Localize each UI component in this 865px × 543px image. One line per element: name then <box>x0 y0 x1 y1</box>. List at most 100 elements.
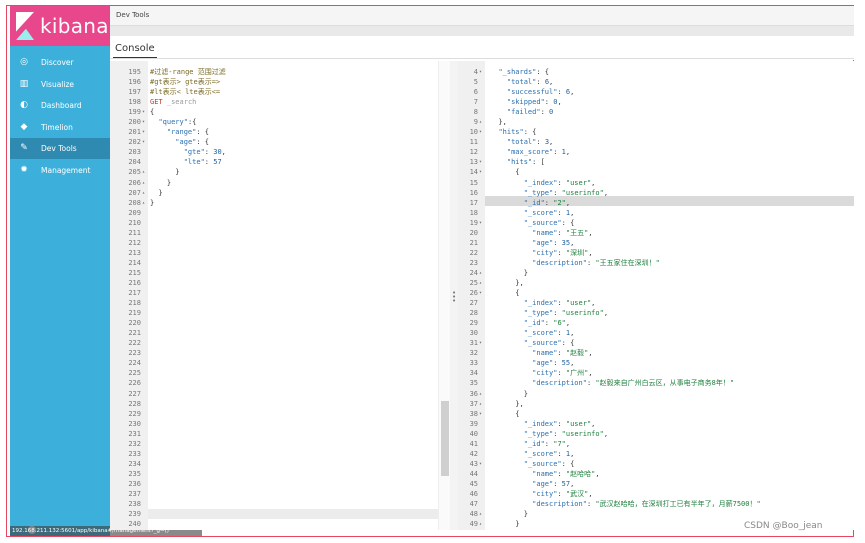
fold-toggle-icon[interactable] <box>142 77 148 87</box>
fold-toggle-icon[interactable] <box>142 409 148 419</box>
fold-toggle-icon[interactable] <box>142 479 148 489</box>
request-scrollbar-thumb[interactable] <box>441 401 449 476</box>
fold-toggle-icon[interactable] <box>479 147 485 157</box>
fold-toggle-icon[interactable]: ▴ <box>479 268 485 278</box>
fold-toggle-icon[interactable] <box>479 419 485 429</box>
fold-toggle-icon[interactable]: ▴ <box>479 117 485 127</box>
fold-toggle-icon[interactable] <box>142 358 148 368</box>
fold-toggle-icon[interactable]: ▴ <box>142 188 148 198</box>
fold-toggle-icon[interactable] <box>142 519 148 529</box>
fold-toggle-icon[interactable]: ▾ <box>479 409 485 419</box>
fold-toggle-icon[interactable] <box>142 238 148 248</box>
fold-toggle-icon[interactable]: ▾ <box>479 67 485 77</box>
fold-toggle-icon[interactable]: ▾ <box>479 288 485 298</box>
fold-toggle-icon[interactable] <box>142 469 148 479</box>
fold-toggle-icon[interactable] <box>479 429 485 439</box>
fold-toggle-icon[interactable]: ▴ <box>142 178 148 188</box>
fold-toggle-icon[interactable] <box>479 318 485 328</box>
fold-toggle-icon[interactable] <box>142 308 148 318</box>
fold-toggle-icon[interactable]: ▴ <box>479 519 485 529</box>
fold-toggle-icon[interactable] <box>142 439 148 449</box>
fold-toggle-icon[interactable] <box>479 258 485 268</box>
fold-toggle-icon[interactable] <box>142 459 148 469</box>
fold-toggle-icon[interactable] <box>142 338 148 348</box>
fold-toggle-icon[interactable] <box>142 489 148 499</box>
request-editor[interactable]: 195 196 197 198 199 200 201 202 203 204 205 206 207 2… <box>110 61 451 530</box>
fold-toggle-icon[interactable] <box>479 228 485 238</box>
fold-toggle-icon[interactable] <box>142 218 148 228</box>
fold-toggle-icon[interactable] <box>142 509 148 519</box>
fold-toggle-icon[interactable]: ▾ <box>479 338 485 348</box>
pane-splitter[interactable]: • • • <box>450 61 458 530</box>
fold-toggle-icon[interactable] <box>142 228 148 238</box>
fold-toggle-icon[interactable]: ▾ <box>479 459 485 469</box>
fold-toggle-icon[interactable]: ▾ <box>142 127 148 137</box>
request-code[interactable]: #过滤-range 范围过滤 #gt表示> gte表示=> #lt表示< lte表示… <box>150 67 226 530</box>
fold-toggle-icon[interactable] <box>479 198 485 208</box>
fold-toggle-icon[interactable] <box>142 288 148 298</box>
fold-toggle-icon[interactable] <box>142 208 148 218</box>
fold-toggle-icon[interactable] <box>142 429 148 439</box>
fold-toggle-icon[interactable]: ▾ <box>479 127 485 137</box>
tab-console[interactable]: Console <box>115 43 155 54</box>
sidebar-item-dashboard[interactable]: ◐ Dashboard <box>10 95 110 116</box>
fold-toggle-icon[interactable] <box>142 419 148 429</box>
fold-toggle-icon[interactable] <box>142 348 148 358</box>
fold-toggle-icon[interactable] <box>142 157 148 167</box>
fold-toggle-icon[interactable]: ▾ <box>142 107 148 117</box>
brand-header[interactable]: kibana <box>10 6 110 46</box>
fold-toggle-icon[interactable] <box>142 328 148 338</box>
fold-toggle-icon[interactable]: ▴ <box>142 167 148 177</box>
fold-toggle-icon[interactable] <box>142 318 148 328</box>
fold-toggle-icon[interactable]: ▴ <box>479 399 485 409</box>
response-viewer[interactable]: 4 5 6 7 8 9 10 11 12 13 14 15 16 17 18 19 20 21 22 23 24 25 26… <box>458 61 854 530</box>
fold-toggle-icon[interactable] <box>142 87 148 97</box>
fold-toggle-icon[interactable] <box>142 449 148 459</box>
fold-toggle-icon[interactable] <box>479 348 485 358</box>
fold-toggle-icon[interactable] <box>479 308 485 318</box>
fold-toggle-icon[interactable]: ▴ <box>479 389 485 399</box>
sidebar-item-timelion[interactable]: ◆ Timelion <box>10 117 110 138</box>
fold-toggle-icon[interactable] <box>479 358 485 368</box>
fold-toggle-icon[interactable]: ▾ <box>479 218 485 228</box>
fold-toggle-icon[interactable] <box>142 399 148 409</box>
fold-toggle-icon[interactable] <box>142 499 148 509</box>
fold-toggle-icon[interactable]: ▾ <box>479 157 485 167</box>
fold-toggle-icon[interactable] <box>479 97 485 107</box>
fold-toggle-icon[interactable]: ▾ <box>142 117 148 127</box>
response-code[interactable]: "_shards": { "total": 6, "successful": 6… <box>490 67 760 530</box>
sidebar-item-dev-tools[interactable]: ✎ Dev Tools <box>10 138 110 160</box>
fold-toggle-icon[interactable] <box>479 439 485 449</box>
sidebar-item-management[interactable]: ✹ Management <box>10 160 110 181</box>
fold-toggle-icon[interactable] <box>142 97 148 107</box>
fold-toggle-icon[interactable]: ▴ <box>479 278 485 288</box>
fold-toggle-icon[interactable] <box>142 248 148 258</box>
fold-toggle-icon[interactable] <box>479 107 485 117</box>
fold-toggle-icon[interactable] <box>479 238 485 248</box>
sidebar-item-discover[interactable]: ◎ Discover <box>10 52 110 73</box>
fold-toggle-icon[interactable] <box>142 368 148 378</box>
fold-toggle-icon[interactable]: ▴ <box>142 198 148 208</box>
fold-toggle-icon[interactable] <box>479 188 485 198</box>
fold-toggle-icon[interactable] <box>142 389 148 399</box>
fold-toggle-icon[interactable] <box>142 298 148 308</box>
fold-toggle-icon[interactable] <box>479 479 485 489</box>
fold-toggle-icon[interactable] <box>479 137 485 147</box>
fold-toggle-icon[interactable] <box>479 248 485 258</box>
fold-toggle-icon[interactable] <box>479 208 485 218</box>
fold-toggle-icon[interactable] <box>479 499 485 509</box>
fold-toggle-icon[interactable]: ▾ <box>479 167 485 177</box>
fold-toggle-icon[interactable]: ▾ <box>142 137 148 147</box>
fold-toggle-icon[interactable] <box>479 178 485 188</box>
fold-toggle-icon[interactable] <box>142 529 148 530</box>
fold-toggle-icon[interactable] <box>479 378 485 388</box>
fold-toggle-icon[interactable] <box>142 268 148 278</box>
fold-toggle-icon[interactable] <box>142 278 148 288</box>
fold-toggle-icon[interactable] <box>479 328 485 338</box>
fold-toggle-icon[interactable] <box>479 87 485 97</box>
fold-toggle-icon[interactable] <box>142 258 148 268</box>
fold-toggle-icon[interactable] <box>479 489 485 499</box>
fold-toggle-icon[interactable]: ▴ <box>479 529 485 530</box>
fold-toggle-icon[interactable] <box>142 378 148 388</box>
fold-toggle-icon[interactable] <box>479 368 485 378</box>
